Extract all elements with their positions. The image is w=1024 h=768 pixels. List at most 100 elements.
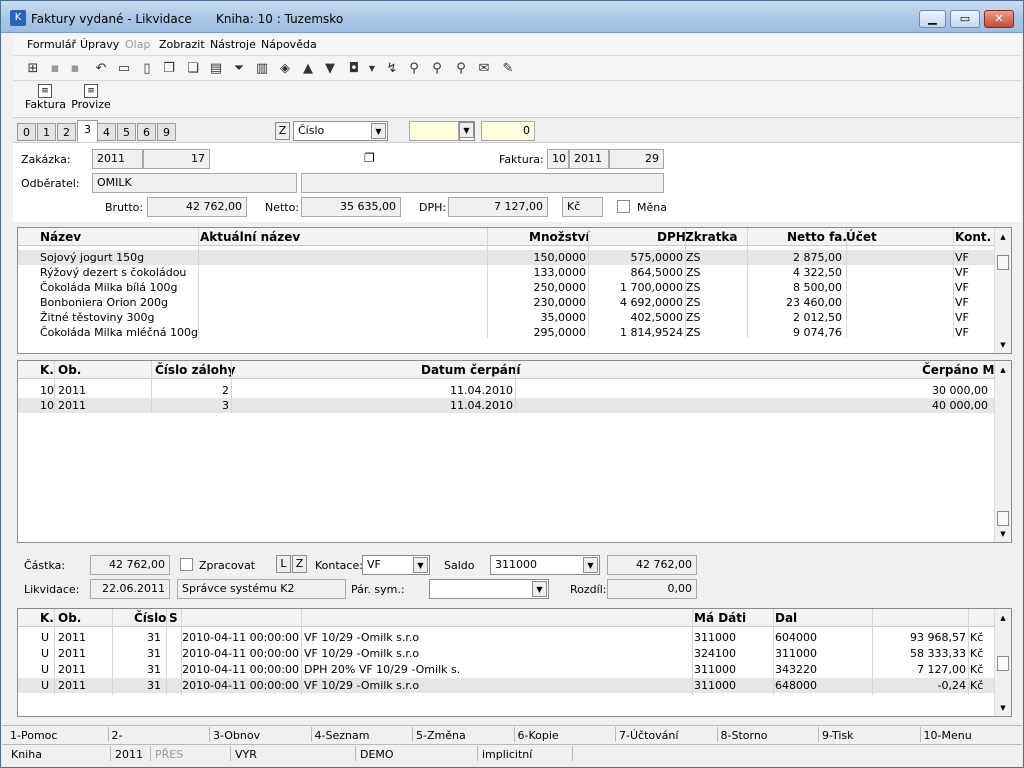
l-button[interactable]: L — [276, 555, 291, 573]
dropdown-arrow-icon[interactable]: ▼ — [364, 61, 380, 77]
table-row[interactable]: Rýžový dezert s čokoládou 133,0000 864,500… — [18, 265, 995, 280]
menu-nastroje[interactable]: Nástroje — [210, 38, 256, 51]
tab-1[interactable]: 1 — [37, 123, 56, 141]
odberatel-field[interactable]: OMILK — [92, 173, 297, 193]
col-nazev[interactable]: Název — [40, 230, 81, 244]
camera-icon[interactable]: ◘ — [346, 61, 362, 77]
zpracovat-checkbox[interactable] — [180, 558, 193, 571]
entries-scrollbar[interactable]: ▲ ▼ — [994, 609, 1011, 716]
report-icon[interactable]: ▥ — [254, 61, 270, 77]
netto-field[interactable]: 35 635,00 — [301, 197, 401, 217]
currency-field[interactable]: Kč — [562, 197, 603, 217]
col-ucet[interactable]: Účet — [846, 230, 877, 244]
castka-field[interactable]: 42 762,00 — [90, 555, 170, 575]
provize-button[interactable]: ≡ Provize — [71, 84, 111, 111]
scroll-up-icon[interactable]: ▲ — [995, 363, 1011, 377]
likvidace-date-field[interactable]: 22.06.2011 — [90, 579, 170, 599]
faktura-book[interactable]: 10 — [547, 149, 569, 169]
scroll-up-icon[interactable]: ▲ — [995, 611, 1011, 625]
minimize-button[interactable]: ▁ — [919, 10, 946, 28]
mail-icon[interactable]: ✉ — [476, 61, 492, 77]
col-k[interactable]: K. — [40, 611, 54, 625]
col-cislo[interactable]: Číslo — [134, 611, 166, 625]
tab-9[interactable]: 9 — [157, 123, 176, 141]
tab-4[interactable]: 4 — [97, 123, 116, 141]
table-row[interactable]: 10 2011 3 11.04.2010 40 000,00 — [18, 398, 995, 413]
z-filter-button[interactable]: Z — [275, 122, 290, 140]
search-next-icon[interactable]: ⚲ — [429, 61, 445, 77]
menu-napoveda[interactable]: Nápověda — [261, 38, 317, 51]
col-ob[interactable]: Ob. — [58, 363, 81, 377]
col-aktualni-nazev[interactable]: Aktuální název — [200, 230, 300, 244]
copy-icon[interactable]: ❐ — [364, 151, 375, 165]
items-grid[interactable]: Název Aktuální název Množství DPH Zkratk… — [17, 227, 1012, 354]
col-dph[interactable]: DPH — [657, 230, 686, 244]
col-ma-dati[interactable]: Má Dáti — [694, 611, 746, 625]
arrow-down-icon[interactable]: ▼ — [322, 61, 338, 77]
fkey-2[interactable]: 2- — [112, 729, 123, 742]
open-folder-icon[interactable]: ▭ — [116, 61, 132, 77]
fkey-6[interactable]: 6-Kopie — [518, 729, 559, 742]
z-button[interactable]: Z — [292, 555, 307, 573]
tab-2[interactable]: 2 — [57, 123, 76, 141]
tree-icon[interactable]: ⊞ — [25, 61, 41, 77]
fkey-5[interactable]: 5-Změna — [416, 729, 466, 742]
table-row[interactable]: Žitné těstoviny 300g 35,0000 402,5000 ZS 2 0… — [18, 310, 995, 325]
new-document-icon[interactable]: ▯ — [139, 61, 155, 77]
fkey-10[interactable]: 10-Menu — [924, 729, 972, 742]
mena-checkbox[interactable] — [617, 200, 630, 213]
book-icon[interactable]: ▤ — [208, 61, 224, 77]
arrow-up-icon[interactable]: ▲ — [300, 61, 316, 77]
col-mnozstvi[interactable]: Množství — [529, 230, 590, 244]
search-icon[interactable]: ⚲ — [406, 61, 422, 77]
undo-icon[interactable]: ↶ — [93, 61, 109, 77]
table-row[interactable]: 10 2011 2 11.04.2010 30 000,00 — [18, 383, 995, 398]
likvidace-user-field[interactable]: Správce systému K2 — [177, 579, 346, 599]
sort-select[interactable]: Číslo ▼ — [293, 121, 388, 141]
scroll-thumb[interactable] — [997, 656, 1009, 671]
tab-0[interactable]: 0 — [17, 123, 36, 141]
col-zkratka[interactable]: Zkratka — [685, 230, 738, 244]
fkey-4[interactable]: 4-Seznam — [315, 729, 370, 742]
table-row[interactable]: Bonboniera Orion 200g 230,0000 4 692,0000 Z… — [18, 295, 995, 310]
col-s[interactable]: S — [169, 611, 178, 625]
advances-scrollbar[interactable]: ▲ ▼ — [994, 361, 1011, 542]
save-as-icon[interactable]: ▪ — [67, 61, 83, 77]
items-scrollbar[interactable]: ▲ ▼ — [994, 228, 1011, 353]
close-button[interactable]: ✕ — [984, 10, 1014, 28]
table-row[interactable]: Sojový jogurt 150g 150,0000 575,0000 ZS 2 87… — [18, 250, 995, 265]
menu-zobrazit[interactable]: Zobrazit — [159, 38, 205, 51]
fkey-9[interactable]: 9-Tisk — [822, 729, 854, 742]
tab-3[interactable]: 3 — [77, 120, 98, 142]
entries-grid[interactable]: K. Ob. Číslo S Má Dáti Dal U 2011 31 2010-0… — [17, 608, 1012, 717]
scroll-down-icon[interactable]: ▼ — [995, 338, 1011, 352]
menu-formular[interactable]: Formulář — [27, 38, 76, 51]
rozdil-field[interactable]: 0,00 — [607, 579, 697, 599]
brutto-field[interactable]: 42 762,00 — [147, 197, 247, 217]
scroll-thumb[interactable] — [997, 255, 1009, 270]
col-k[interactable]: K. — [40, 363, 54, 377]
filter-value-field[interactable]: 0 — [481, 121, 535, 141]
tab-6[interactable]: 6 — [137, 123, 156, 141]
saldo-select[interactable]: 311000 ▼ — [490, 555, 600, 575]
col-ob[interactable]: Ob. — [58, 611, 81, 625]
scroll-up-icon[interactable]: ▲ — [995, 230, 1011, 244]
dph-field[interactable]: 7 127,00 — [448, 197, 548, 217]
faktura-number[interactable]: 29 — [609, 149, 664, 169]
kontace-select[interactable]: VF ▼ — [362, 555, 430, 575]
odberatel-name-field[interactable] — [301, 173, 664, 193]
save-icon[interactable]: ▪ — [47, 61, 63, 77]
maximize-button[interactable]: ▭ — [950, 10, 980, 28]
col-dal[interactable]: Dal — [775, 611, 797, 625]
menu-olap[interactable]: Olap — [125, 38, 150, 51]
col-cislo-zalohy[interactable]: Číslo zálohy — [155, 363, 235, 377]
col-kont[interactable]: Kont. — [955, 230, 991, 244]
parsym-select[interactable]: ▼ — [429, 579, 549, 599]
table-row[interactable]: U 2011 31 2010-04-11 00:00:00 VF 10/29 -Omil… — [18, 646, 995, 661]
fkey-7[interactable]: 7-Účtování — [619, 729, 678, 742]
filter-dropdown[interactable]: ▼ — [459, 121, 475, 141]
col-netto-fa[interactable]: Netto fa. — [787, 230, 847, 244]
scroll-thumb[interactable] — [997, 511, 1009, 526]
table-row[interactable]: U 2011 31 2010-04-11 00:00:00 DPH 20% VF 10/… — [18, 662, 995, 677]
scroll-down-icon[interactable]: ▼ — [995, 527, 1011, 541]
